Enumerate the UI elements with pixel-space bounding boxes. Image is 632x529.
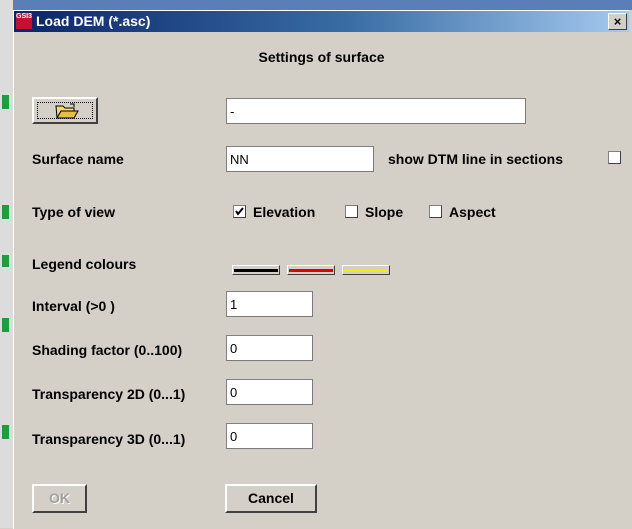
interval-field[interactable] xyxy=(226,291,313,317)
title-bar[interactable]: GSI3D Load DEM (*.asc) × xyxy=(14,11,629,32)
background-window-left-edge xyxy=(0,0,13,528)
legend-colour-swatch-1[interactable] xyxy=(232,265,280,275)
open-file-button[interactable] xyxy=(32,97,98,124)
dialog-heading: Settings of surface xyxy=(258,49,385,65)
transparency-2d-label: Transparency 2D (0...1) xyxy=(32,386,186,402)
shading-factor-label: Shading factor (0..100) xyxy=(32,342,183,358)
ok-button[interactable]: OK xyxy=(32,484,87,513)
aspect-label: Aspect xyxy=(449,204,496,220)
interval-label: Interval (>0 ) xyxy=(32,298,115,314)
transparency-2d-field[interactable] xyxy=(226,379,313,405)
aspect-checkbox[interactable] xyxy=(429,205,442,218)
load-dem-dialog: GSI3D Load DEM (*.asc) × Settings of sur… xyxy=(13,10,629,529)
window-title: Load DEM (*.asc) xyxy=(36,13,151,29)
surface-name-field[interactable] xyxy=(226,146,374,172)
legend-colour-swatch-2[interactable] xyxy=(287,265,335,275)
show-dtm-label: show DTM line in sections xyxy=(388,151,564,167)
transparency-3d-field[interactable] xyxy=(226,423,313,449)
legend-colours-label: Legend colours xyxy=(32,256,137,272)
transparency-3d-label: Transparency 3D (0...1) xyxy=(32,431,186,447)
elevation-checkbox[interactable] xyxy=(233,205,246,218)
close-button[interactable]: × xyxy=(608,13,627,30)
type-of-view-label: Type of view xyxy=(32,204,115,220)
surface-name-label: Surface name xyxy=(32,151,124,167)
slope-label: Slope xyxy=(365,204,404,220)
show-dtm-checkbox[interactable] xyxy=(608,151,621,164)
shading-factor-field[interactable] xyxy=(226,335,313,361)
legend-colour-swatch-3[interactable] xyxy=(342,265,390,275)
background-window-strip xyxy=(0,0,632,10)
folder-open-icon xyxy=(55,103,79,119)
cancel-button[interactable]: Cancel xyxy=(225,484,317,513)
elevation-label: Elevation xyxy=(253,204,316,220)
file-path-field[interactable] xyxy=(226,98,526,124)
app-icon: GSI3D xyxy=(16,13,32,29)
checkmark-icon xyxy=(235,207,244,216)
slope-checkbox[interactable] xyxy=(345,205,358,218)
